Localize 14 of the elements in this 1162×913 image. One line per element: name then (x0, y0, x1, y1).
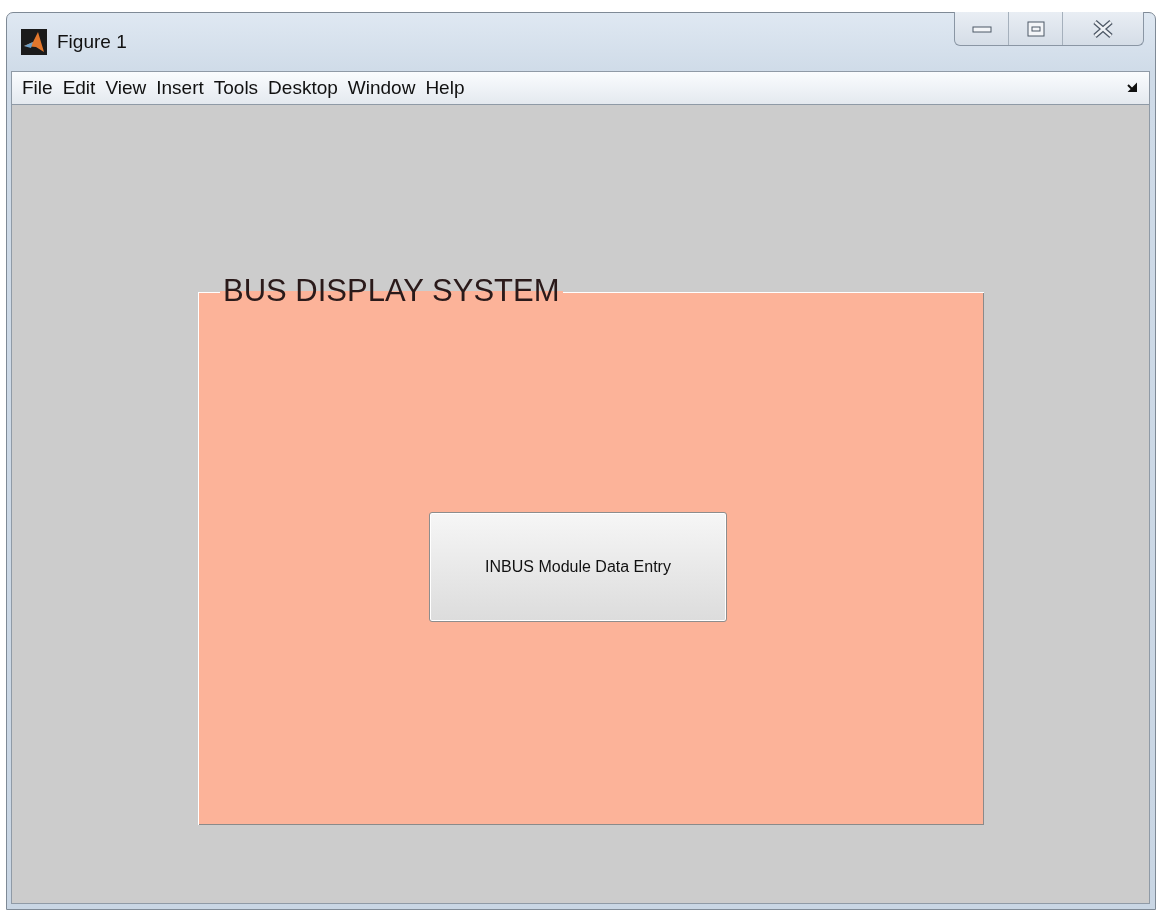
menu-item[interactable]: Desktop (263, 77, 343, 99)
menu-item[interactable]: File (17, 77, 58, 99)
menu-item[interactable]: Insert (151, 77, 209, 99)
close-icon[interactable] (1092, 19, 1114, 38)
app-logo-icon (21, 29, 47, 55)
maximize-icon[interactable] (1026, 20, 1045, 37)
menu-item[interactable]: Window (342, 77, 421, 99)
menu-item[interactable]: Tools (208, 77, 264, 99)
dock-arrow-icon[interactable] (1127, 82, 1139, 94)
menu-item[interactable]: Help (420, 77, 470, 99)
menu-item[interactable]: Edit (57, 77, 101, 99)
data-entry-button[interactable]: INBUS Module Data Entry (429, 512, 727, 622)
menu-item[interactable]: View (100, 77, 152, 99)
window-title: Figure 1 (57, 31, 127, 53)
